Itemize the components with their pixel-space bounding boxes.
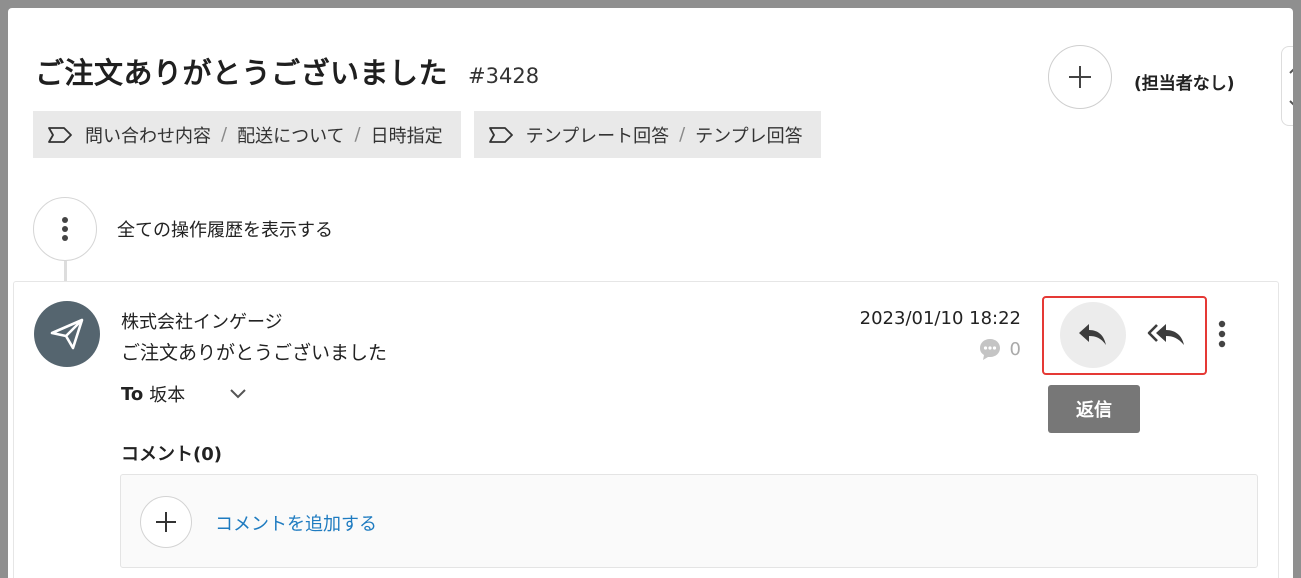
assignee-label: (担当者なし) [1134, 74, 1235, 94]
plus-icon [156, 512, 176, 532]
tag-list: 問い合わせ内容 / 配送について / 日時指定 テンプレート回答 / テンプレ回… [33, 111, 821, 158]
show-history-button[interactable]: 全ての操作履歴を表示する [33, 197, 333, 261]
ticket-panel: ご注文ありがとうございました #3428 (担当者なし) 問い合わせ内容 / 配… [8, 8, 1293, 578]
avatar [34, 301, 100, 367]
tag-part: テンプレート回答 [525, 125, 670, 147]
recipient-name: 坂本 [149, 385, 186, 406]
message-subject: ご注文ありがとうございました [121, 342, 388, 364]
to-prefix: To [121, 383, 144, 405]
comment-count-value: 0 [1009, 338, 1021, 360]
chevron-up-icon [1289, 68, 1293, 74]
recipient-row[interactable]: To 坂本 [121, 381, 247, 407]
tag-icon [48, 126, 72, 143]
timeline-connector [64, 261, 67, 283]
message-more-button[interactable] [1212, 311, 1232, 357]
reply-all-icon [1147, 324, 1184, 345]
chevron-down-icon [1289, 100, 1293, 106]
tag-chip[interactable]: 問い合わせ内容 / 配送について / 日時指定 [33, 111, 461, 158]
chevron-down-icon[interactable] [229, 388, 247, 400]
tag-separator: / [221, 124, 228, 145]
comment-area: コメントを追加する [120, 474, 1258, 568]
tag-part: 問い合わせ内容 [85, 125, 211, 147]
reply-icon [1079, 324, 1106, 345]
tag-part: 配送について [237, 125, 345, 147]
tag-chip[interactable]: テンプレート回答 / テンプレ回答 [473, 111, 821, 158]
message-card: 株式会社インゲージ ご注文ありがとうございました To 坂本 2023/01/1… [13, 281, 1279, 578]
add-assignee-button[interactable] [1048, 45, 1112, 109]
reply-tooltip: 返信 [1048, 385, 1140, 433]
paper-plane-icon [50, 318, 84, 350]
comment-bubble-icon [979, 339, 1000, 360]
history-label: 全ての操作履歴を表示する [117, 220, 333, 241]
more-vertical-icon [62, 217, 68, 241]
scroll-handle[interactable] [1281, 46, 1293, 126]
title-row: ご注文ありがとうございました #3428 [35, 50, 539, 92]
plus-icon [1069, 66, 1091, 88]
comment-count: 0 [978, 337, 1021, 361]
comments-heading: コメント(0) [121, 444, 222, 465]
reply-all-button[interactable] [1134, 302, 1200, 368]
tag-separator: / [679, 124, 686, 145]
tag-part: 日時指定 [370, 125, 443, 147]
tag-part: テンプレ回答 [695, 125, 803, 147]
tag-separator: / [354, 124, 361, 145]
sender-name: 株式会社インゲージ [121, 312, 283, 333]
tag-icon [488, 126, 513, 143]
message-datetime: 2023/01/10 18:22 [859, 308, 1021, 329]
ticket-id: #3428 [468, 64, 540, 88]
more-vertical-icon [1218, 320, 1226, 348]
add-comment-button[interactable] [140, 496, 192, 548]
history-toggle[interactable] [33, 197, 97, 261]
page-title: ご注文ありがとうございました [35, 56, 449, 90]
reply-button[interactable] [1060, 302, 1126, 368]
add-comment-link[interactable]: コメントを追加する [215, 510, 377, 536]
